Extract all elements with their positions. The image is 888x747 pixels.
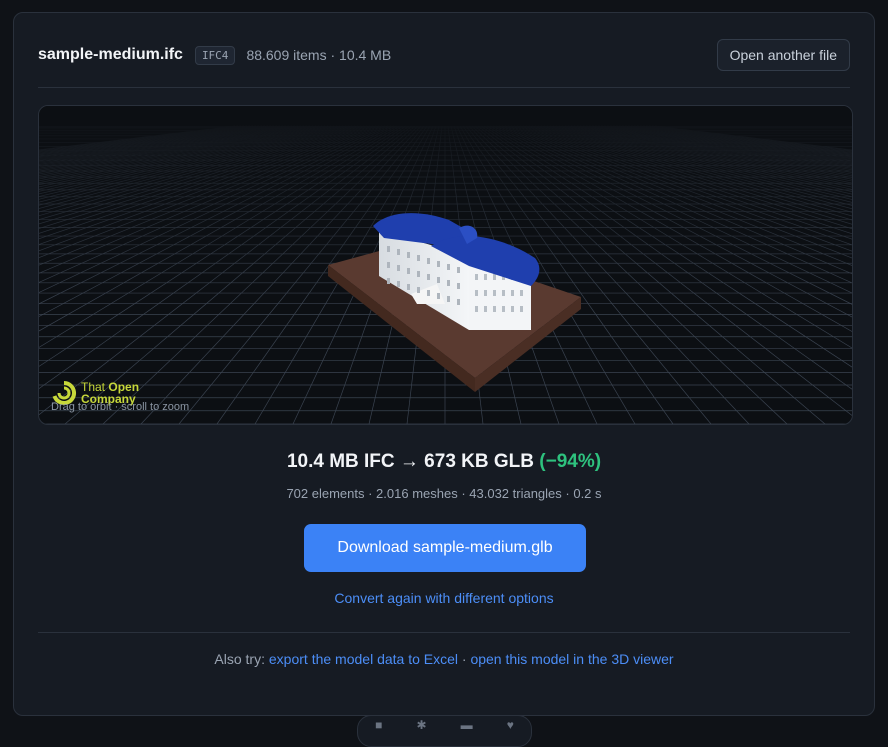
- download-glb-button[interactable]: Download sample-medium.glb: [304, 524, 586, 572]
- conversion-details: 702 elements · 2.016 meshes · 43.032 tri…: [286, 486, 602, 501]
- also-separator: ·: [458, 651, 471, 667]
- conversion-sizes: 10.4 MB IFC → 673 KB GLB: [286, 451, 540, 472]
- convert-again: Convert again with different options: [14, 590, 874, 606]
- header-divider: [38, 87, 850, 88]
- also-try-label: Also try:: [214, 651, 269, 667]
- model-viewport[interactable]: That Open Company Drag to orbit · scroll…: [38, 105, 853, 425]
- export-excel-link[interactable]: export the model data to Excel: [269, 651, 458, 667]
- file-header: sample-medium.ifc IFC4 88.609 items · 10…: [38, 38, 850, 72]
- footer-divider: [38, 632, 850, 633]
- 3d-scene[interactable]: [39, 106, 852, 424]
- open-3d-viewer-link[interactable]: open this model in the 3D viewer: [470, 651, 673, 667]
- conversion-summary: 10.4 MB IFC → 673 KB GLB (−94%): [14, 451, 874, 473]
- schema-badge: IFC4: [194, 45, 236, 65]
- toolbar-settings-icon[interactable]: ✱: [416, 718, 426, 744]
- also-try: Also try: export the model data to Excel…: [14, 651, 874, 667]
- convert-again-link[interactable]: Convert again with different options: [334, 590, 553, 606]
- open-another-file-button[interactable]: Open another file: [716, 39, 850, 71]
- bottom-toolbar: ■ ✱ ▬ ♥: [357, 715, 532, 747]
- size-reduction: (−94%): [539, 451, 602, 472]
- toolbar-heart-icon[interactable]: ♥: [507, 718, 514, 744]
- toolbar-menu-icon[interactable]: ▬: [461, 718, 473, 744]
- file-name: sample-medium.ifc: [38, 46, 183, 63]
- toolbar-tool-icon[interactable]: ■: [375, 718, 382, 744]
- converter-card: sample-medium.ifc IFC4 88.609 items · 10…: [13, 12, 875, 716]
- viewport-hint: Drag to orbit · scroll to zoom: [51, 401, 190, 413]
- file-meta: 88.609 items · 10.4 MB: [246, 47, 392, 63]
